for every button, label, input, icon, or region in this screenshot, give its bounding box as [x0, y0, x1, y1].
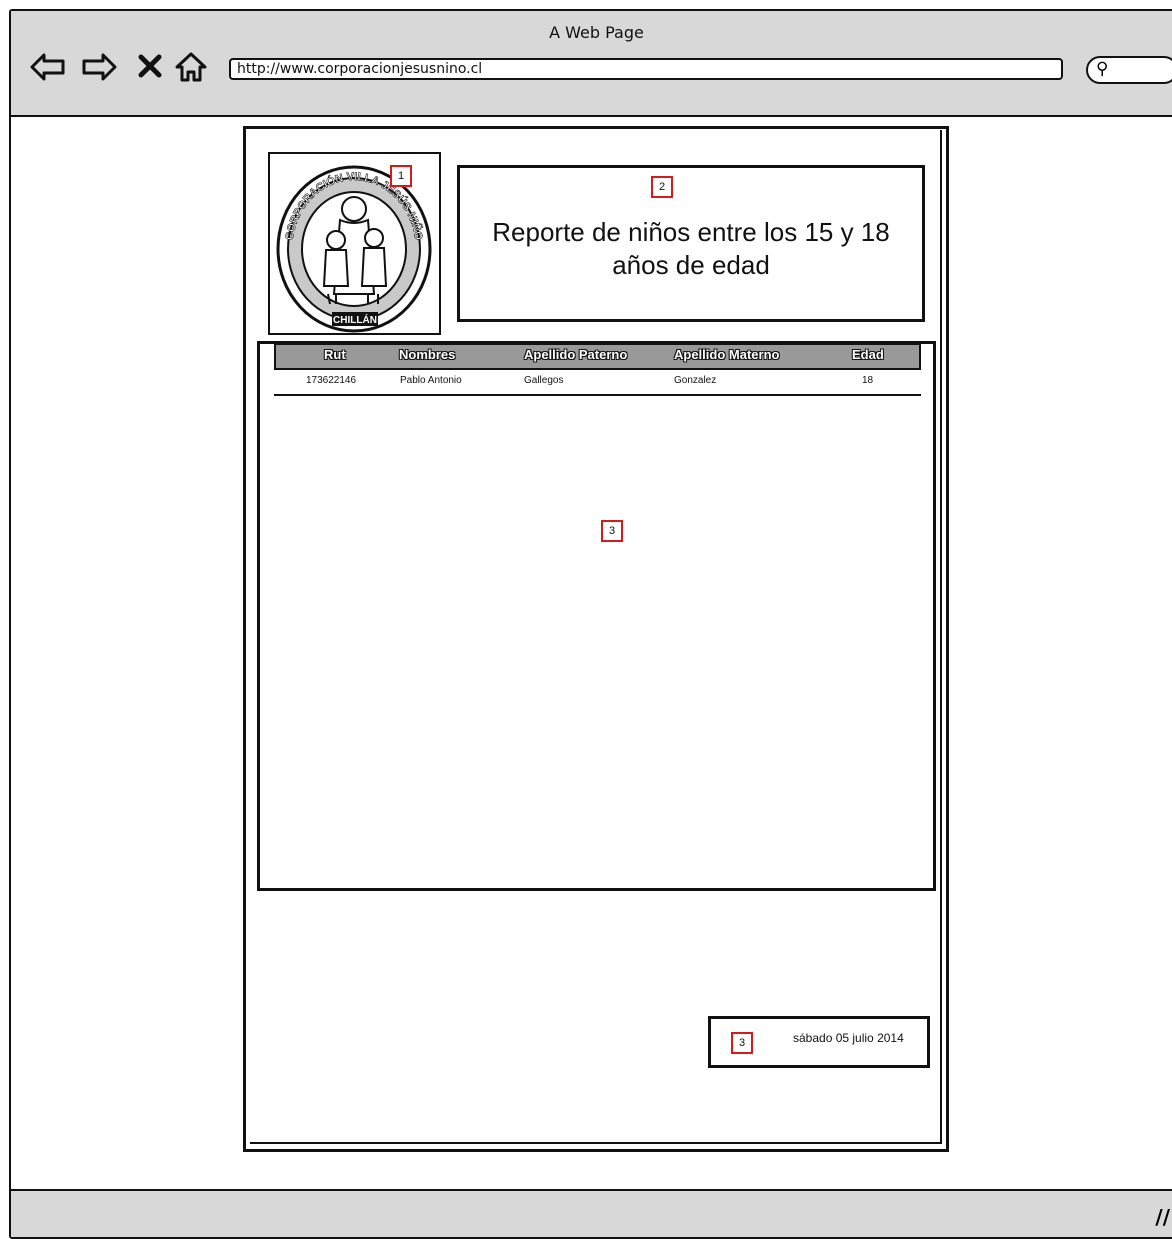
cell-nombres: Pablo Antonio: [400, 375, 462, 386]
report-table-frame: [257, 341, 936, 891]
cell-edad: 18: [862, 375, 874, 386]
column-header-nombres: Nombres: [399, 347, 456, 362]
cell-apellido-paterno: Gallegos: [524, 375, 564, 386]
resize-handle-icon[interactable]: //: [1155, 1205, 1170, 1229]
close-x-icon[interactable]: [138, 54, 162, 78]
table-header-row: Rut Nombres Apellido Paterno Apellido Ma…: [274, 343, 921, 370]
search-icon[interactable]: ⚲: [1096, 59, 1108, 79]
home-icon[interactable]: [174, 51, 208, 83]
status-bar: //: [11, 1189, 1172, 1237]
column-header-edad: Edad: [852, 347, 884, 362]
annotation-marker-footer: 3: [731, 1032, 753, 1054]
column-header-apellido-materno: Apellido Materno: [674, 347, 780, 362]
annotation-marker-3: 3: [601, 520, 623, 542]
report-date: sábado 05 julio 2014: [793, 1031, 904, 1045]
report-title-box: Reporte de niños entre los 15 y 18 años …: [457, 165, 925, 322]
annotation-marker-2: 2: [651, 176, 673, 198]
window-title: A Web Page: [549, 23, 644, 42]
cell-apellido-materno: Gonzalez: [674, 375, 717, 386]
table-row: 173622146 Pablo Antonio Gallegos Gonzale…: [274, 374, 921, 396]
back-arrow-icon[interactable]: [30, 52, 66, 82]
search-field[interactable]: ⚲: [1086, 56, 1172, 84]
column-header-rut: Rut: [324, 347, 346, 362]
browser-toolbar: A Web Page http://www.corporacionjesusni…: [11, 11, 1172, 117]
cell-rut: 173622146: [306, 375, 357, 386]
annotation-marker-1: 1: [390, 165, 412, 187]
url-bar[interactable]: http://www.corporacionjesusnino.cl: [229, 58, 1063, 80]
svg-text:CHILLÁN: CHILLÁN: [333, 313, 377, 326]
report-title: Reporte de niños entre los 15 y 18 años …: [492, 217, 890, 280]
organization-logo: CORPORACIÓN VILLA JESÚS NIÑO CHILLÁN: [268, 152, 441, 335]
logo-seal-image: CORPORACIÓN VILLA JESÚS NIÑO CHILLÁN: [276, 165, 432, 333]
forward-arrow-icon[interactable]: [81, 52, 117, 82]
column-header-apellido-paterno: Apellido Paterno: [524, 347, 628, 362]
